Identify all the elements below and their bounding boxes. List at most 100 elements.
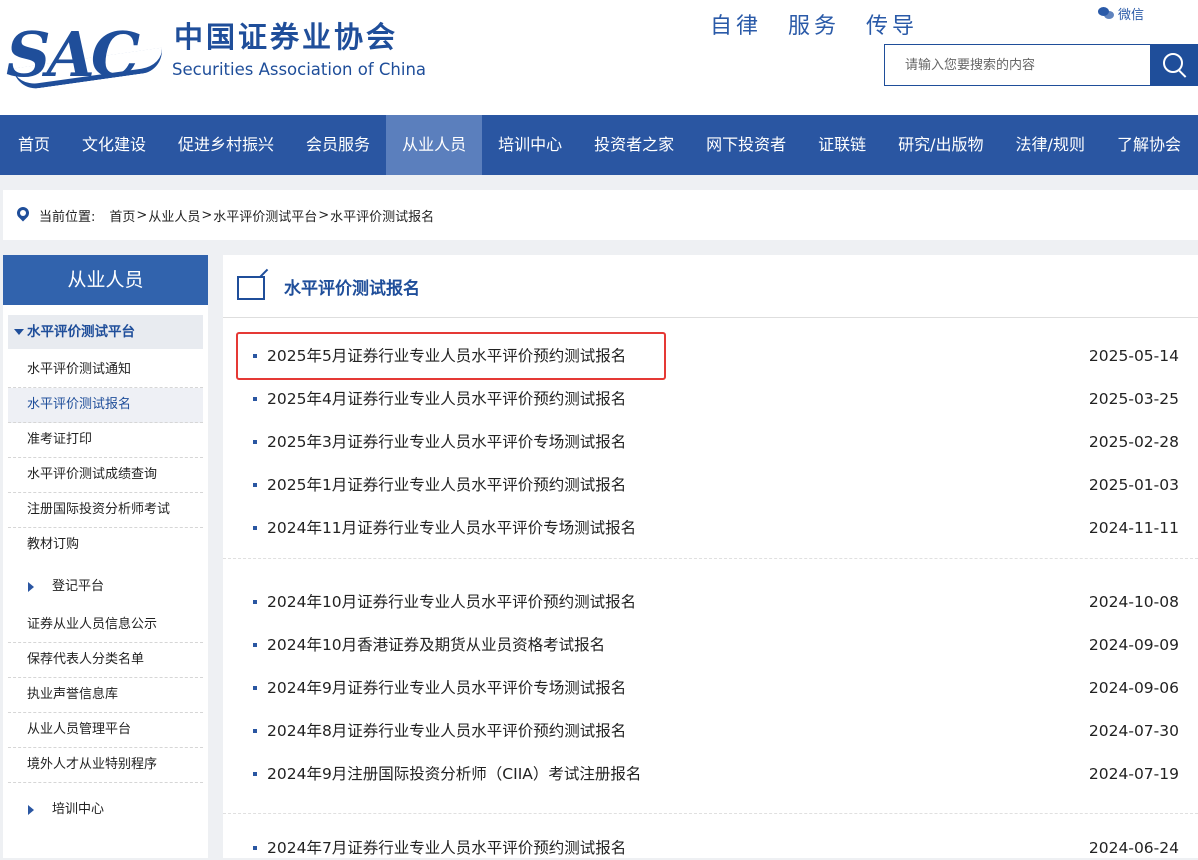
sac-logo[interactable]: SAC 中国证券业协会 Securities Association of Ch… xyxy=(6,18,461,92)
search-button[interactable] xyxy=(1150,44,1198,86)
list-divider xyxy=(223,813,1198,814)
nav-chain[interactable]: 证联链 xyxy=(802,115,882,175)
list-item-title: 2025年3月证券行业专业人员水平评价专场测试报名 xyxy=(267,433,627,451)
search-box xyxy=(884,44,1198,86)
sidebar-group-registration[interactable]: 登记平台 xyxy=(8,566,203,608)
search-icon xyxy=(1163,53,1183,73)
sidebar: 从业人员 水平评价测试平台 水平评价测试通知 水平评价测试报名 准考证打印 水平… xyxy=(3,255,208,858)
list-item-date: 2025-03-25 xyxy=(1088,390,1179,408)
breadcrumb: 当前位置: 首页 > 从业人员 > 水平评价测试平台 > 水平评价测试报名 xyxy=(3,190,1198,240)
nav-home[interactable]: 首页 xyxy=(0,115,66,175)
list-item-link[interactable]: 2024年11月证券行业专业人员水平评价专场测试报名 xyxy=(253,516,636,540)
list-item-link[interactable]: 2025年4月证券行业专业人员水平评价预约测试报名 xyxy=(253,387,626,411)
list-item-link[interactable]: 2024年10月证券行业专业人员水平评价预约测试报名 xyxy=(253,590,636,614)
list-item: 2024年8月证券行业专业人员水平评价预约测试报名 2024-07-30 xyxy=(253,719,1179,743)
caret-right-icon xyxy=(28,805,34,815)
list-item-link[interactable]: 2025年5月证券行业专业人员水平评价预约测试报名 xyxy=(253,344,626,368)
list-item-link[interactable]: 2024年10月香港证券及期货从业员资格考试报名 xyxy=(253,633,605,657)
bullet-icon xyxy=(253,643,257,647)
search-input[interactable] xyxy=(884,44,1150,86)
list-item-date: 2025-05-14 xyxy=(1088,347,1179,365)
bullet-icon xyxy=(253,483,257,487)
wechat-link[interactable]: 微信 xyxy=(1098,4,1144,23)
sidebar-item-textbook-order[interactable]: 教材订购 xyxy=(8,528,203,562)
list-item-date: 2024-07-19 xyxy=(1088,765,1179,783)
sidebar-item-overseas-talent[interactable]: 境外人才从业特别程序 xyxy=(8,748,203,783)
sidebar-group-training[interactable]: 培训中心 xyxy=(8,789,203,831)
list-item: 2024年9月证券行业专业人员水平评价专场测试报名 2024-09-06 xyxy=(253,676,1179,700)
list-item-title: 2024年9月注册国际投资分析师（CIIA）考试注册报名 xyxy=(267,765,642,783)
sidebar-item-admission-ticket[interactable]: 准考证打印 xyxy=(8,423,203,458)
list-item-date: 2024-07-30 xyxy=(1088,722,1179,740)
bullet-icon xyxy=(253,397,257,401)
nav-about[interactable]: 了解协会 xyxy=(1101,115,1197,175)
slogan: 自律 服务 传导 xyxy=(710,14,919,39)
list-item: 2024年9月注册国际投资分析师（CIIA）考试注册报名 2024-07-19 xyxy=(253,762,1179,786)
sidebar-section-test-platform[interactable]: 水平评价测试平台 xyxy=(8,315,203,349)
list-item-date: 2025-02-28 xyxy=(1088,433,1179,451)
list-item-date: 2025-01-03 xyxy=(1088,476,1179,494)
bullet-icon xyxy=(253,846,257,850)
list-item-link[interactable]: 2024年7月证券行业专业人员水平评价预约测试报名 xyxy=(253,836,626,860)
nav-practitioners[interactable]: 从业人员 xyxy=(386,115,483,175)
breadcrumb-separator: > xyxy=(201,207,213,223)
org-name-cn: 中国证券业协会 xyxy=(174,20,399,54)
list-item: 2025年4月证券行业专业人员水平评价预约测试报名 2025-03-25 xyxy=(253,387,1179,411)
main-content: 水平评价测试报名 2025年5月证券行业专业人员水平评价预约测试报名 2025-… xyxy=(223,255,1198,858)
list-item-link[interactable]: 2024年9月注册国际投资分析师（CIIA）考试注册报名 xyxy=(253,762,641,786)
sidebar-item-sponsor-list[interactable]: 保荐代表人分类名单 xyxy=(8,643,203,678)
list-item: 2024年10月证券行业专业人员水平评价预约测试报名 2024-10-08 xyxy=(253,590,1179,614)
breadcrumb-home[interactable]: 首页 xyxy=(109,206,135,225)
nav-rural[interactable]: 促进乡村振兴 xyxy=(162,115,290,175)
breadcrumb-practitioners[interactable]: 从业人员 xyxy=(148,206,200,225)
bullet-icon xyxy=(253,600,257,604)
location-pin-icon xyxy=(14,204,32,222)
sidebar-item-test-registration[interactable]: 水平评价测试报名 xyxy=(8,388,203,423)
main-nav: 首页 文化建设 促进乡村振兴 会员服务 从业人员 培训中心 投资者之家 网下投资… xyxy=(0,115,1198,175)
nav-offline-investors[interactable]: 网下投资者 xyxy=(690,115,802,175)
sidebar-group-label: 培训中心 xyxy=(52,802,105,817)
sidebar-item-test-notice[interactable]: 水平评价测试通知 xyxy=(8,353,203,388)
sidebar-item-ciia-exam[interactable]: 注册国际投资分析师考试 xyxy=(8,493,203,528)
wechat-label: 微信 xyxy=(1118,8,1145,23)
list-item-link[interactable]: 2024年9月证券行业专业人员水平评价专场测试报名 xyxy=(253,676,626,700)
site-header: SAC 中国证券业协会 Securities Association of Ch… xyxy=(0,0,1198,115)
list-item-title: 2024年9月证券行业专业人员水平评价专场测试报名 xyxy=(267,679,627,697)
list-item-title: 2024年10月证券行业专业人员水平评价预约测试报名 xyxy=(267,593,637,611)
list-item-title: 2024年8月证券行业专业人员水平评价预约测试报名 xyxy=(267,722,627,740)
nav-investors[interactable]: 投资者之家 xyxy=(578,115,690,175)
sidebar-item-reputation-db[interactable]: 执业声誉信息库 xyxy=(8,678,203,713)
list-item: 2024年10月香港证券及期货从业员资格考试报名 2024-09-09 xyxy=(253,633,1179,657)
breadcrumb-label: 当前位置: xyxy=(39,209,96,225)
bullet-icon xyxy=(253,686,257,690)
nav-member-service[interactable]: 会员服务 xyxy=(290,115,386,175)
list-item-link[interactable]: 2025年1月证券行业专业人员水平评价预约测试报名 xyxy=(253,473,626,497)
sidebar-item-management-platform[interactable]: 从业人员管理平台 xyxy=(8,713,203,748)
sidebar-item-score-query[interactable]: 水平评价测试成绩查询 xyxy=(8,458,203,493)
nav-culture[interactable]: 文化建设 xyxy=(66,115,162,175)
list-item-date: 2024-10-08 xyxy=(1088,593,1179,611)
edit-box-icon xyxy=(237,276,265,300)
list-item: 2024年7月证券行业专业人员水平评价预约测试报名 2024-06-24 xyxy=(253,836,1179,860)
list-item: 2025年5月证券行业专业人员水平评价预约测试报名 2025-05-14 xyxy=(253,344,1179,368)
bullet-icon xyxy=(253,354,257,358)
list-item-link[interactable]: 2025年3月证券行业专业人员水平评价专场测试报名 xyxy=(253,430,626,454)
breadcrumb-platform[interactable]: 水平评价测试平台 xyxy=(213,206,317,225)
nav-training[interactable]: 培训中心 xyxy=(482,115,578,175)
breadcrumb-current[interactable]: 水平评价测试报名 xyxy=(330,206,434,225)
list-item-title: 2024年7月证券行业专业人员水平评价预约测试报名 xyxy=(267,839,627,857)
list-item-title: 2025年4月证券行业专业人员水平评价预约测试报名 xyxy=(267,390,627,408)
caret-right-icon xyxy=(28,582,34,592)
list-item-date: 2024-09-09 xyxy=(1088,636,1179,654)
nav-law[interactable]: 法律/规则 xyxy=(1000,115,1101,175)
sidebar-section-list: 水平评价测试通知 水平评价测试报名 准考证打印 水平评价测试成绩查询 注册国际投… xyxy=(3,353,208,562)
sidebar-item-info-disclosure[interactable]: 证券从业人员信息公示 xyxy=(8,608,203,643)
sidebar-group-label: 登记平台 xyxy=(52,579,105,594)
bullet-icon xyxy=(253,440,257,444)
sidebar-title: 从业人员 xyxy=(3,255,208,305)
nav-research[interactable]: 研究/出版物 xyxy=(882,115,999,175)
list-item-title: 2025年5月证券行业专业人员水平评价预约测试报名 xyxy=(267,347,627,365)
main-header: 水平评价测试报名 xyxy=(223,255,1198,318)
list-item-link[interactable]: 2024年8月证券行业专业人员水平评价预约测试报名 xyxy=(253,719,626,743)
breadcrumb-separator: > xyxy=(136,207,148,223)
